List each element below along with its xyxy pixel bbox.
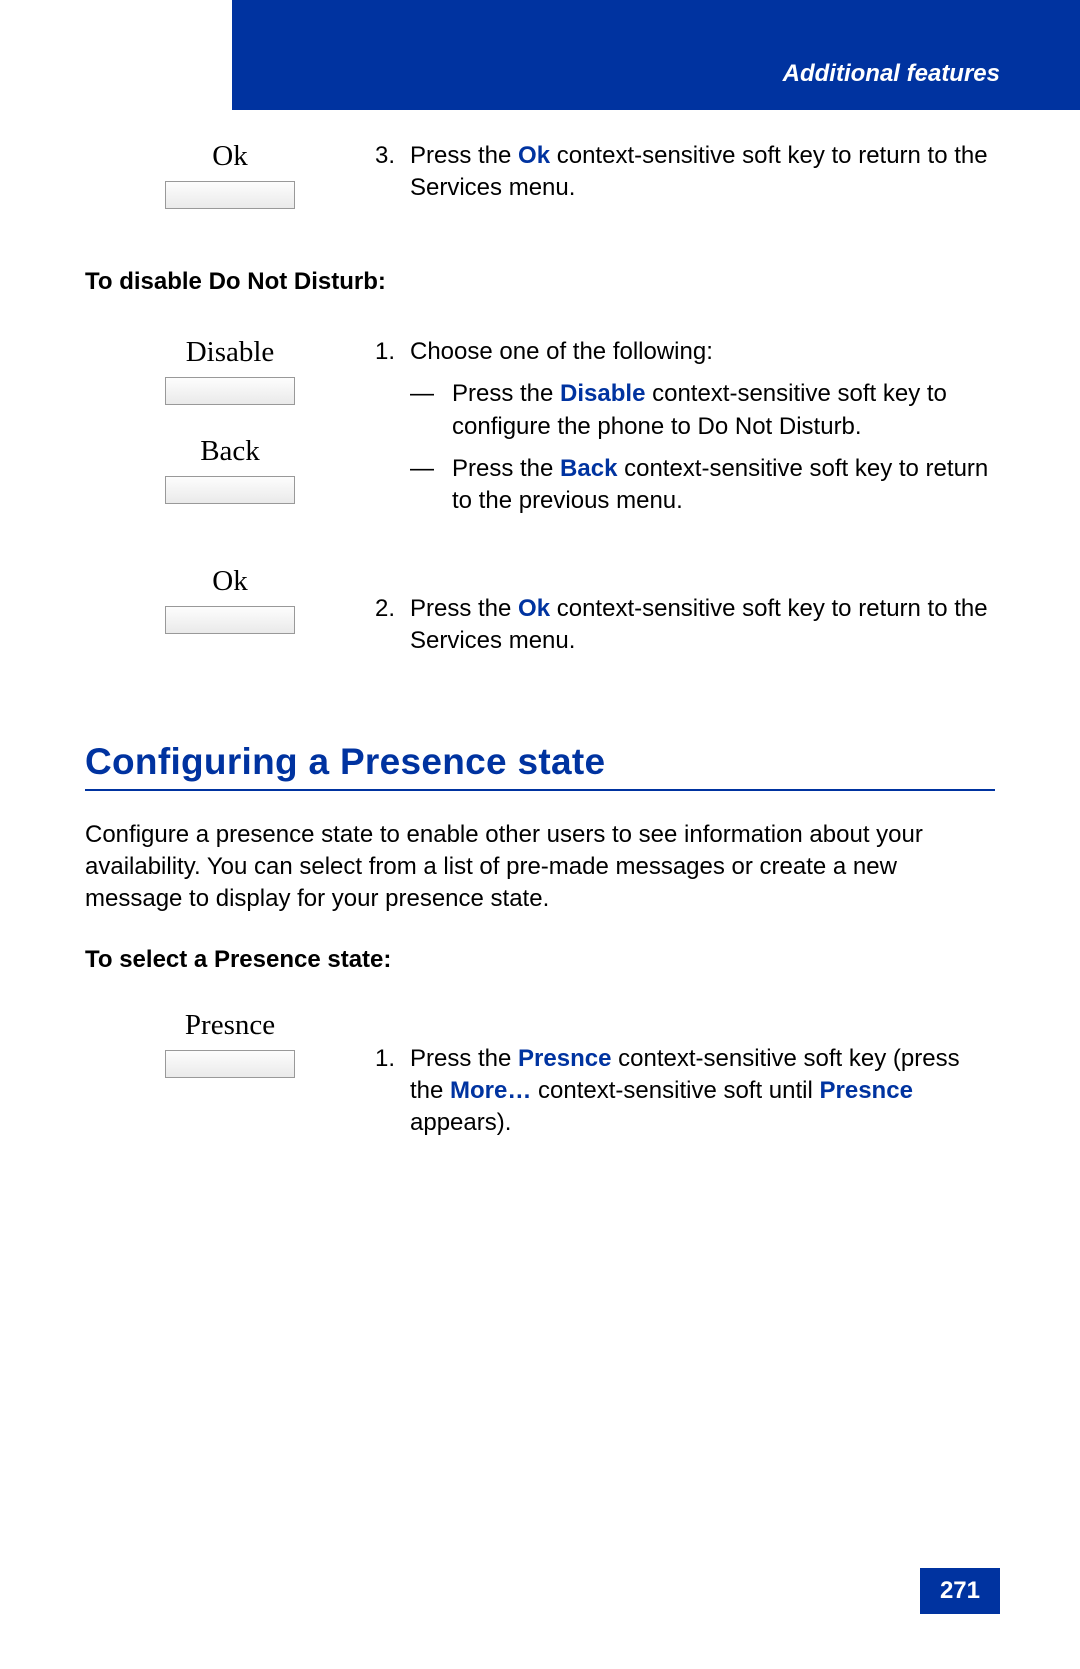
page-content: Ok 3. Press the Ok context-sensitive sof…	[85, 140, 995, 1148]
step-intro: Choose one of the following:	[410, 336, 995, 368]
step-3-text: 3. Press the Ok context-sensitive soft k…	[375, 140, 995, 213]
option-1: Press the Disable context-sensitive soft…	[452, 378, 995, 443]
softkey-back: Back	[165, 435, 295, 504]
softkey-disable: Disable	[165, 336, 295, 405]
softkey-label: Back	[200, 435, 260, 468]
key-name: Ok	[518, 595, 550, 622]
section-paragraph: Configure a presence state to enable oth…	[85, 819, 995, 916]
dash: —	[410, 453, 452, 518]
disable-step-1-text: 1. Choose one of the following: — Press …	[375, 336, 995, 530]
subheading-disable-dnd: To disable Do Not Disturb:	[85, 268, 995, 296]
presence-step-1-row: Presnce 1. Press the Presnce context-sen…	[85, 1009, 995, 1148]
text-fragment: Press the	[452, 380, 560, 407]
step-body: Press the Presnce context-sensitive soft…	[410, 1043, 995, 1140]
presence-step-1-text: 1. Press the Presnce context-sensitive s…	[375, 1009, 995, 1148]
softkey-column: Disable Back	[85, 336, 375, 504]
softkey-ok-1: Ok	[85, 140, 375, 209]
step-number: 3.	[375, 140, 410, 205]
key-name: Presnce	[518, 1045, 611, 1072]
step-number: 1.	[375, 336, 410, 522]
disable-step-2-row: Ok 2. Press the Ok context-sensitive sof…	[85, 565, 995, 666]
text-fragment: appears).	[410, 1109, 511, 1136]
softkey-presnce: Presnce	[85, 1009, 375, 1078]
step-number: 1.	[375, 1043, 410, 1140]
softkey-box	[165, 1050, 295, 1078]
key-name: Disable	[560, 380, 645, 407]
key-name: More…	[450, 1077, 531, 1104]
softkey-label: Ok	[212, 140, 247, 173]
softkey-label: Presnce	[185, 1009, 275, 1042]
step-number: 2.	[375, 593, 410, 658]
text-fragment: context-sensitive soft until	[531, 1077, 819, 1104]
text-fragment: Press the	[410, 142, 518, 169]
key-name: Presnce	[820, 1077, 913, 1104]
step-body: Press the Ok context-sensitive soft key …	[410, 140, 995, 205]
softkey-box	[165, 606, 295, 634]
subheading-select-presence: To select a Presence state:	[85, 946, 995, 974]
header-title: Additional features	[783, 60, 1000, 88]
key-name: Ok	[518, 142, 550, 169]
softkey-box	[165, 377, 295, 405]
softkey-ok-2: Ok	[85, 565, 375, 634]
dash: —	[410, 378, 452, 443]
softkey-box	[165, 476, 295, 504]
text-fragment: Press the	[410, 1045, 518, 1072]
text-fragment: Press the	[452, 455, 560, 482]
key-name: Back	[560, 455, 617, 482]
softkey-label: Disable	[186, 336, 275, 369]
softkey-label: Ok	[212, 565, 247, 598]
softkey-box	[165, 181, 295, 209]
option-2: Press the Back context-sensitive soft ke…	[452, 453, 995, 518]
step-body: Press the Ok context-sensitive soft key …	[410, 593, 995, 658]
text-fragment: Press the	[410, 595, 518, 622]
disable-step-1-row: Disable Back 1. Choose one of the follow…	[85, 336, 995, 530]
page-number: 271	[920, 1568, 1000, 1614]
header-band: Additional features	[232, 0, 1080, 110]
disable-step-2-text: 2. Press the Ok context-sensitive soft k…	[375, 565, 995, 666]
section-rule	[85, 789, 995, 791]
step-3-row: Ok 3. Press the Ok context-sensitive sof…	[85, 140, 995, 213]
section-title: Configuring a Presence state	[85, 741, 995, 783]
